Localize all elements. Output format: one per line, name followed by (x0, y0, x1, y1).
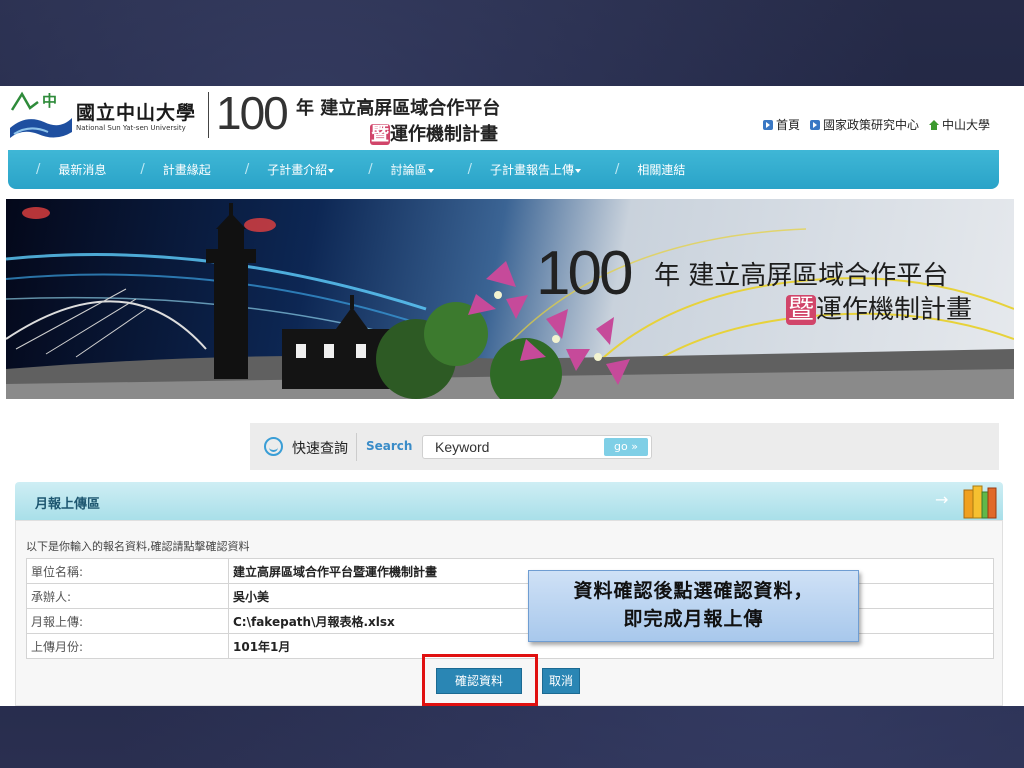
smile-search-icon (264, 437, 283, 456)
nav-label: 討論區 (390, 163, 427, 177)
chevron-down-icon (575, 169, 582, 173)
nav-separator: / (36, 162, 41, 177)
chevron-down-icon (328, 169, 335, 173)
header-title-highlight: 暨 (370, 124, 390, 145)
arrow-square-icon (762, 119, 773, 130)
logo-english-name: National Sun Yat-sen University (76, 124, 186, 132)
books-icon (963, 485, 997, 519)
banner-year: 100 (536, 239, 633, 308)
row-label: 承辦人: (26, 583, 229, 609)
home-icon (928, 119, 939, 130)
nav-item-forum[interactable]: / 討論區 (368, 161, 434, 178)
nav-label: 計畫緣起 (162, 163, 211, 177)
search-go-button[interactable]: go » (604, 438, 648, 456)
nav-label: 相關連結 (637, 163, 686, 177)
nav-separator: / (244, 162, 250, 177)
header-year: 100 (216, 87, 289, 139)
top-links: 首頁 國家政策研究中心 中山大學 (762, 116, 990, 133)
section-header: 月報上傳區 → (15, 482, 1003, 520)
banner-title-line2-text: 運作機制計畫 (816, 295, 973, 325)
search-bar: 快速查詢 Search go » (250, 423, 999, 470)
instruction-callout: 資料確認後點選確認資料， 即完成月報上傳 (528, 570, 859, 642)
arrow-right-icon: → (935, 490, 949, 509)
banner-title-highlight: 暨 (786, 295, 817, 325)
site-header: 中 國立中山大學 National Sun Yat-sen University… (0, 86, 1024, 150)
intro-text: 以下是你輸入的報名資料,確認請點擊確認資料 (26, 540, 250, 553)
header-title-line1: 年 建立高屏區域合作平台 (296, 98, 501, 119)
cancel-button[interactable]: 取消 (542, 668, 580, 694)
nav-label: 最新消息 (58, 163, 107, 177)
nav-item-links[interactable]: / 相關連結 (615, 161, 685, 178)
nav-item-subprojects[interactable]: / 子計畫介紹 (244, 161, 335, 178)
top-link-label: 國家政策研究中心 (822, 118, 919, 132)
top-link-label: 首頁 (775, 118, 800, 132)
chevron-down-icon (427, 169, 434, 173)
header-title-line2-text: 運作機制計畫 (390, 124, 498, 145)
svg-text:中: 中 (42, 92, 57, 110)
nav-separator: / (615, 162, 620, 177)
search-separator (356, 433, 357, 461)
nav-item-report-upload[interactable]: / 子計畫報告上傳 (467, 161, 582, 178)
nav-item-origin[interactable]: / 計畫緣起 (140, 161, 210, 178)
top-link-policy-center[interactable]: 國家政策研究中心 (809, 116, 919, 133)
nav-label: 子計畫報告上傳 (490, 163, 575, 177)
top-link-university[interactable]: 中山大學 (928, 116, 990, 133)
row-label: 上傳月份: (26, 633, 229, 659)
confirm-button[interactable]: 確認資料 (436, 668, 522, 694)
banner-title-line1: 年 建立高屏區域合作平台 (654, 261, 949, 291)
search-label: Search (366, 439, 413, 453)
logo-emblem-icon: 中 (10, 91, 72, 138)
row-label: 月報上傳: (26, 608, 229, 634)
banner-title-line2: 暨運作機制計畫 (786, 289, 972, 326)
header-divider (208, 92, 209, 138)
row-label: 單位名稱: (26, 558, 229, 584)
nav-label: 子計畫介紹 (267, 163, 328, 177)
top-link-home[interactable]: 首頁 (762, 116, 800, 133)
main-nav: / 最新消息 / 計畫緣起 / 子計畫介紹 / 討論區 / 子計畫報告上傳 / 相關連結 (8, 150, 999, 189)
quick-search-label: 快速查詢 (292, 441, 348, 457)
header-title-line2: 暨運作機制計畫 (370, 120, 498, 146)
top-link-label: 中山大學 (941, 118, 990, 132)
callout-line2: 即完成月報上傳 (623, 608, 764, 630)
nav-separator: / (140, 162, 145, 177)
arrow-square-icon (809, 119, 820, 130)
callout-line1: 資料確認後點選確認資料， (573, 580, 814, 602)
website-screenshot: 中 國立中山大學 National Sun Yat-sen University… (0, 86, 1024, 706)
nav-separator: / (467, 162, 473, 177)
nav-separator: / (368, 162, 373, 177)
hero-banner: 100 年 建立高屏區域合作平台 暨運作機制計畫 (6, 199, 1014, 399)
logo-chinese-name: 國立中山大學 (76, 102, 197, 124)
section-title: 月報上傳區 (35, 497, 101, 512)
nav-item-news[interactable]: / 最新消息 (36, 161, 106, 178)
university-logo[interactable]: 中 國立中山大學 National Sun Yat-sen University (8, 88, 204, 146)
